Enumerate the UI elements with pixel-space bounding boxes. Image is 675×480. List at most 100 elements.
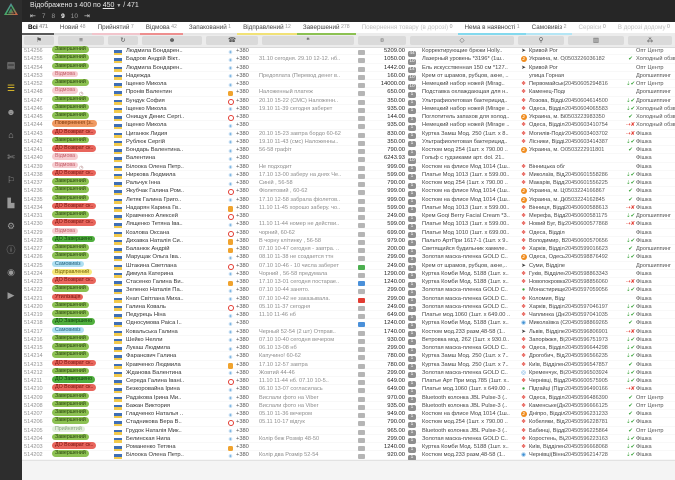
phone-prefix[interactable]: +380 (236, 80, 259, 88)
table-row[interactable]: 514205 Прийнятий Грудок Наталія Мик.. ✳ … (22, 427, 675, 435)
phone-prefix[interactable]: +380 (236, 385, 259, 393)
table-row[interactable]: 514234 ДО Возврат ск.. Надарян Карина Гв… (22, 204, 675, 212)
tracking-number[interactable]: 20450605294816 (565, 80, 625, 88)
tracking-column-header-icon[interactable]: ▥ (568, 36, 624, 45)
comment-column-header-icon[interactable]: ❝ (262, 36, 354, 45)
phone-prefix[interactable]: +380 (236, 146, 259, 154)
page-number-7[interactable]: 7 (42, 13, 46, 20)
table-row[interactable]: 514222 Завершений Зеленко Наталія Па.. ✳… (22, 286, 675, 294)
table-row[interactable]: 514215 Завершений Лукаш Людмила ✳ +380 0… (22, 344, 675, 352)
phone-prefix[interactable]: +380 (236, 245, 259, 253)
status-badge[interactable]: ДО Возврат ск.. (52, 129, 96, 136)
status-badge[interactable]: Завершений (52, 302, 89, 309)
tracking-number[interactable]: 20450596668068 (565, 443, 625, 451)
status-badge[interactable]: Завершений (52, 368, 89, 375)
phone-prefix[interactable]: +380 (236, 278, 259, 286)
table-row[interactable]: 514244 Повернення (з.. Іщенко Микола ✳ +… (22, 121, 675, 129)
status-badge[interactable]: ДО Возврат ск.. (52, 145, 96, 152)
phone-prefix[interactable]: +380 (236, 443, 259, 451)
table-row[interactable]: 514236 Завершений Якубчак Галина Ром.. +… (22, 187, 675, 195)
tracking-number[interactable]: 20450596547857 (565, 361, 625, 369)
phone-prefix[interactable]: +380 (236, 154, 259, 162)
tab-Нема в наявності[interactable]: Нема в наявності 1 (458, 22, 525, 35)
last-page-button[interactable]: ⇥ (84, 12, 90, 20)
tracking-number[interactable]: 20450596566235 (565, 352, 625, 360)
status-badge[interactable]: Завершений (52, 343, 89, 350)
tracking-number[interactable]: 20450599016623 (565, 245, 625, 253)
phone-prefix[interactable]: +380 (236, 286, 259, 294)
table-row[interactable]: 514255 Завершений Бадров Андрій Вікт.. ✳… (22, 55, 675, 63)
table-row[interactable]: 514239 Відмова◷ Білоока Олена Петр.. ✳ +… (22, 163, 675, 171)
table-row[interactable]: 514216 Завершений Шейко Нелли ✳ +380 07.… (22, 336, 675, 344)
phone-prefix[interactable]: +380 (236, 319, 259, 327)
tracking-number[interactable]: 0503223983350 (565, 113, 625, 121)
sidebar-item-dashboard-icon[interactable]: ▤ (0, 54, 22, 77)
phone-prefix[interactable]: +380 (236, 55, 259, 63)
phone-prefix[interactable]: +380 (236, 410, 259, 418)
table-row[interactable]: 514254 Завершений Людмила Бондарен.. ✳ +… (22, 64, 675, 72)
status-badge[interactable]: Завершений (52, 417, 89, 424)
page-number-9[interactable]: 9 (61, 13, 65, 20)
table-row[interactable]: 514217 Самовивіз Ковальська Галина ✳ +38… (22, 328, 675, 336)
sidebar-item-settings-icon[interactable]: ⚙ (0, 215, 22, 238)
table-row[interactable]: 514203 ДО Возврат ск.. Романенко Тетяна … (22, 443, 675, 451)
tracking-number[interactable]: 20450604065583 (565, 105, 625, 113)
tracking-number[interactable]: 20450598869265 (565, 319, 625, 327)
app-logo[interactable] (3, 2, 19, 17)
tracking-number[interactable]: 20450598863343 (565, 270, 625, 278)
table-row[interactable]: 514214 Завершений Фаранєвич Галина ✳ +38… (22, 352, 675, 360)
phone-prefix[interactable]: +380 (236, 113, 259, 121)
status-badge[interactable]: Завершений (52, 96, 89, 103)
tracking-number[interactable]: 20450597046197 (565, 303, 625, 311)
table-row[interactable]: 514224 Відправлений Димула Катерина ✳ +3… (22, 270, 675, 278)
status-badge[interactable]: ДО Возврат ск.. (52, 360, 96, 367)
status-badge[interactable]: Завершений (52, 244, 89, 251)
phone-prefix[interactable]: +380 (236, 377, 259, 385)
tracking-number[interactable]: 20450596225864 (565, 427, 625, 435)
tags-column-header-icon[interactable]: ≡ (58, 36, 104, 45)
table-row[interactable]: 514230 ДО Возврат ск.. Лященко Тетяна Ів… (22, 220, 675, 228)
phone-prefix[interactable]: +380 (236, 394, 259, 402)
phone-prefix[interactable]: +380 (236, 311, 259, 319)
status-badge[interactable]: ДО Возврат ск.. (52, 219, 96, 226)
status-column-header-icon[interactable]: ⚑ (24, 36, 54, 45)
status-badge[interactable]: Завершений (52, 137, 89, 144)
phone-prefix[interactable]: +380 (236, 262, 259, 270)
phone-prefix[interactable]: +380 (236, 336, 259, 344)
status-badge[interactable]: Завершений (52, 409, 89, 416)
tracking-number[interactable]: 20450596486390 (565, 394, 625, 402)
tracking-number[interactable]: 20450603410754 (565, 121, 625, 129)
table-row[interactable]: 514252 Завершений Іщенко Микола ✳ +380 1… (22, 80, 675, 88)
tracking-number[interactable]: 20450600577868 (565, 220, 625, 228)
sidebar-item-marketing-icon[interactable]: ⚐ (0, 169, 22, 192)
table-row[interactable]: 514241 ДО Возврат ск.. Бондарь Валентина… (22, 146, 675, 154)
table-row[interactable]: 514253 Відмова Надежда ✳ +380 Предоплата… (22, 72, 675, 80)
product-column-header-icon[interactable]: ◇ (410, 36, 514, 45)
phone-prefix[interactable]: +380 (236, 64, 259, 72)
phone-prefix[interactable]: +380 (236, 369, 259, 377)
tracking-number[interactable]: 20450600581175 (565, 212, 625, 220)
table-row[interactable]: 514226 Завершений Марущак Ольга Іва.. ✳ … (22, 253, 675, 261)
tracking-number[interactable]: 0503224166867 (565, 187, 625, 195)
tracking-number[interactable]: 20450596490166 (565, 385, 625, 393)
table-row[interactable]: 514218 ДО Завершено Односумова Раіса І..… (22, 319, 675, 327)
table-row[interactable]: 514220 Завершений Галина Коваль +380 05.… (22, 303, 675, 311)
tracking-number[interactable]: 20450596228781 (565, 418, 625, 426)
phone-prefix[interactable]: +380 (236, 352, 259, 360)
table-row[interactable]: 514228 ДО Завершено Дихавка Наталія Си..… (22, 237, 675, 245)
tab-Запакований[interactable]: Запакований 1 (183, 22, 237, 35)
table-row[interactable]: 514243 ДО Возврат ск.. Циганюк Лидия ✳ +… (22, 130, 675, 138)
tab-Повернення товару (в дорозі)[interactable]: Повернення товару (в дорозі) 0 (356, 22, 459, 35)
tab-Завершений[interactable]: Завершений 278 (297, 22, 356, 35)
tracking-number[interactable]: 20450596223163 (565, 435, 625, 443)
status-badge[interactable]: Відмова (52, 71, 78, 78)
table-row[interactable]: 514207 Завершений Гладченко Наталья .. ✳… (22, 410, 675, 418)
tab-Самовивіз[interactable]: Самовивіз 2 (526, 22, 573, 35)
phone-prefix[interactable]: +380 (236, 47, 259, 55)
table-row[interactable]: 514247 Завершений Бундук София +380 20.1… (22, 97, 675, 105)
table-row[interactable]: 514225 Самовивіз Штакина Светлана +380 0… (22, 262, 675, 270)
phone-prefix[interactable]: +380 (236, 196, 259, 204)
tracking-number[interactable]: 20450596644298 (565, 344, 625, 352)
status-badge[interactable]: Завершений (52, 393, 89, 400)
status-badge[interactable]: ДО Возврат ск.. (52, 170, 96, 177)
